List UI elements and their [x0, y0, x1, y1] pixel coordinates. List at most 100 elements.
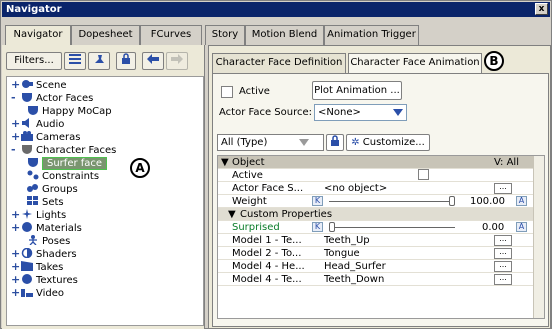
- property-name: Surprised: [232, 222, 280, 233]
- section-visibility: V: All: [494, 157, 519, 168]
- tab-navigator[interactable]: Navigator: [5, 25, 71, 46]
- collapse-toggle[interactable]: -: [11, 92, 19, 103]
- vertical-scrollbar[interactable]: [533, 156, 544, 318]
- active-label: Active: [239, 86, 270, 97]
- tab-character-face-definition[interactable]: Character Face Definition: [212, 53, 346, 73]
- audio-icon: [21, 118, 33, 128]
- weight-slider-thumb[interactable]: [449, 196, 455, 206]
- list-view-icon[interactable]: [64, 52, 86, 70]
- tree-label: Actor Faces: [36, 93, 94, 104]
- weight-slider-track[interactable]: [329, 201, 455, 202]
- animate-button[interactable]: A: [516, 222, 527, 232]
- properties-panel: Character Face Definition Character Face…: [208, 45, 551, 329]
- character-face-icon: [21, 144, 33, 154]
- property-name: Model 4 - Te...: [232, 274, 302, 285]
- keyframe-button[interactable]: K: [312, 196, 323, 206]
- active-checkbox[interactable]: [221, 86, 233, 98]
- actor-face-icon: [21, 92, 33, 102]
- keyframe-button[interactable]: K: [312, 222, 323, 232]
- browse-button[interactable]: ...: [494, 183, 512, 194]
- constraint-icon: [27, 170, 39, 180]
- property-checkbox[interactable]: [418, 169, 429, 180]
- property-name: Model 1 - Te...: [232, 235, 302, 246]
- tree-item-poses[interactable]: Poses: [27, 235, 70, 248]
- property-name: Model 4 - He...: [232, 261, 305, 272]
- tree-item-video[interactable]: + Video: [11, 287, 64, 300]
- navigator-window: Navigator x Navigator Dopesheet FCurves …: [0, 0, 552, 329]
- collapse-triangle-icon[interactable]: ▼: [221, 156, 229, 169]
- tree-item-happy-mocap[interactable]: Happy MoCap: [27, 105, 112, 118]
- property-grid: ▼ Object V: All Active Actor Face S... <…: [217, 155, 545, 319]
- expand-toggle[interactable]: +: [11, 261, 20, 272]
- plot-animation-button[interactable]: Plot Animation ...: [312, 81, 402, 100]
- expand-toggle[interactable]: +: [11, 131, 20, 142]
- tree-item-scene[interactable]: + Scene: [11, 79, 67, 92]
- expand-toggle[interactable]: +: [11, 274, 20, 285]
- tree-label: Sets: [42, 197, 64, 208]
- lock-icon[interactable]: [116, 52, 136, 70]
- tree-item-materials[interactable]: + Materials: [11, 222, 82, 235]
- customize-label: Customize...: [362, 137, 425, 148]
- customize-button[interactable]: ✲ Customize...: [346, 134, 430, 151]
- tree-label: Poses: [42, 236, 71, 247]
- expand-toggle[interactable]: +: [11, 248, 20, 259]
- tab-motion-blend[interactable]: Motion Blend: [245, 25, 324, 45]
- chevron-down-icon: [299, 139, 309, 146]
- lock-filter-button[interactable]: [326, 134, 344, 151]
- tree-item-constraints[interactable]: Constraints: [27, 170, 99, 183]
- tab-fcurves[interactable]: FCurves: [140, 25, 202, 45]
- tab-animation-trigger[interactable]: Animation Trigger: [324, 25, 419, 45]
- tab-story[interactable]: Story: [205, 25, 245, 45]
- close-button[interactable]: x: [535, 3, 548, 15]
- lock-icon: [330, 135, 340, 150]
- surprised-slider-thumb[interactable]: [329, 222, 335, 232]
- browse-button[interactable]: ...: [494, 261, 512, 272]
- property-value: Teeth_Down: [324, 274, 385, 285]
- tree-item-surfer-face[interactable]: Surfer face: [27, 157, 108, 170]
- browse-button[interactable]: ...: [494, 235, 512, 246]
- tab-character-face-animation[interactable]: Character Face Animation: [348, 53, 482, 73]
- tree-item-actor-faces[interactable]: - Actor Faces: [11, 92, 93, 105]
- tree-label: Takes: [36, 262, 64, 273]
- tree-label: Shaders: [36, 249, 77, 260]
- property-value: Head_Surfer: [324, 261, 386, 272]
- material-icon: [21, 222, 33, 232]
- tree-item-character-faces[interactable]: - Character Faces: [11, 144, 116, 157]
- expand-toggle[interactable]: +: [11, 209, 20, 220]
- section-header-object[interactable]: ▼ Object V: All: [218, 156, 534, 169]
- collapse-triangle-icon[interactable]: ▼: [228, 208, 236, 221]
- tree-item-sets[interactable]: Sets: [27, 196, 64, 209]
- expand-toggle[interactable]: +: [11, 287, 20, 298]
- property-value[interactable]: 0.00: [482, 221, 504, 234]
- tree-item-textures[interactable]: + Textures: [11, 274, 78, 287]
- chevron-down-icon: [393, 109, 403, 116]
- groups-icon: [27, 183, 39, 193]
- texture-icon: [21, 274, 33, 284]
- property-value[interactable]: 100.00: [470, 195, 505, 208]
- tree-label: Lights: [36, 210, 67, 221]
- animate-button[interactable]: A: [516, 196, 527, 206]
- tree-item-groups[interactable]: Groups: [27, 183, 78, 196]
- title-bar: Navigator x: [2, 2, 550, 17]
- forward-arrow-icon[interactable]: [166, 52, 188, 70]
- expand-toggle[interactable]: +: [11, 118, 20, 129]
- type-filter-select[interactable]: All (Type): [217, 134, 324, 151]
- tree-item-shaders[interactable]: + Shaders: [11, 247, 77, 261]
- actor-face-source-select[interactable]: <None>: [314, 104, 407, 121]
- browse-button[interactable]: ...: [494, 248, 512, 259]
- expand-toggle[interactable]: +: [11, 222, 20, 233]
- filters-button[interactable]: Filters...: [6, 52, 62, 70]
- window-title: Navigator: [6, 4, 62, 15]
- tree-label: Constraints: [42, 171, 100, 182]
- tree-item-cameras[interactable]: + Cameras: [11, 131, 80, 144]
- collapse-toggle[interactable]: -: [11, 144, 19, 155]
- tab-dopesheet[interactable]: Dopesheet: [71, 25, 140, 45]
- back-arrow-icon[interactable]: [142, 52, 164, 70]
- surprised-slider-track[interactable]: [329, 227, 455, 228]
- pin-icon[interactable]: [88, 52, 110, 70]
- property-row-model: Model 2 - To... Tongue ...: [218, 247, 534, 260]
- expand-toggle[interactable]: +: [11, 79, 20, 90]
- tree-label: Textures: [36, 275, 78, 286]
- subsection-custom-properties[interactable]: ▼ Custom Properties: [218, 208, 534, 221]
- browse-button[interactable]: ...: [494, 274, 512, 285]
